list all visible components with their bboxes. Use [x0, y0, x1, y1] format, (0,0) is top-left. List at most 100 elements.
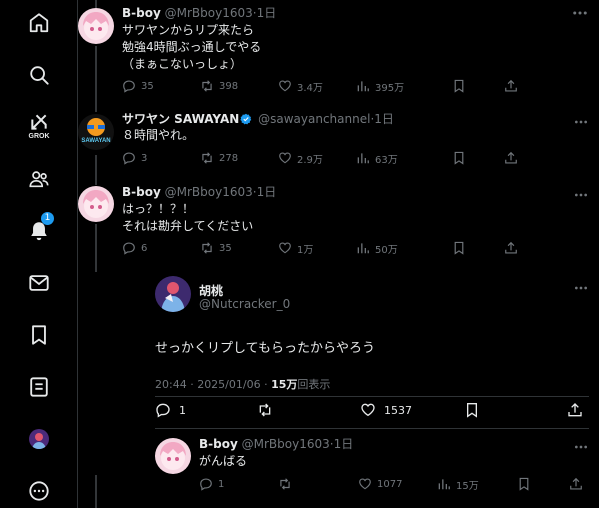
- tweet-text: サワヤンからリプ来たら 勉強4時間ぶっ通しでやる （まぁこないっしょ）: [122, 22, 261, 73]
- timestamp[interactable]: 1日: [334, 437, 354, 451]
- share-button[interactable]: [504, 150, 523, 166]
- explore-nav-button[interactable]: [24, 60, 54, 90]
- reply-button[interactable]: 3: [122, 150, 147, 166]
- more-circle-icon: [29, 481, 49, 501]
- tweet-line: サワヤンからリプ来たら: [122, 23, 255, 37]
- like-button[interactable]: 1537: [360, 402, 412, 418]
- views-button[interactable]: 50万: [356, 240, 398, 256]
- user-handle[interactable]: @sawayanchannel: [258, 112, 370, 126]
- more-options-icon[interactable]: [573, 439, 589, 455]
- tweet-actions: 3 278 2.9万 63万: [122, 150, 589, 166]
- repost-icon: [202, 152, 212, 164]
- bookmarks-nav-button[interactable]: [24, 320, 54, 350]
- avatar[interactable]: [78, 186, 114, 222]
- notifications-nav-button[interactable]: 1: [24, 212, 54, 246]
- share-icon: [505, 241, 517, 254]
- like-button[interactable]: 2.9万: [278, 150, 323, 166]
- user-handle[interactable]: @MrBboy1603: [165, 6, 253, 20]
- like-button[interactable]: 1万: [278, 240, 313, 256]
- grok-nav-button[interactable]: GROK: [24, 112, 54, 142]
- avatar[interactable]: [78, 8, 114, 44]
- more-nav-button[interactable]: [24, 476, 54, 506]
- tweet-text: がんばる: [199, 453, 247, 470]
- reply-icon: [123, 80, 135, 93]
- repost-button[interactable]: 35: [200, 240, 232, 256]
- bookmark-icon: [454, 151, 464, 165]
- messages-nav-button[interactable]: [24, 268, 54, 298]
- home-icon: [29, 13, 49, 33]
- bookmark-button[interactable]: [452, 78, 471, 94]
- bookmark-icon: [32, 325, 46, 345]
- like-count: 2.9万: [297, 154, 323, 166]
- divider: [155, 396, 589, 397]
- repost-button[interactable]: [278, 476, 297, 492]
- tweet-line: ８時間やれ。: [122, 128, 195, 142]
- lists-nav-button[interactable]: [24, 372, 54, 402]
- views-button[interactable]: 63万: [356, 150, 398, 166]
- notification-badge: 1: [41, 212, 54, 225]
- tweet-header: B-boy @MrBboy1603·1日: [199, 437, 354, 451]
- views-icon: [357, 153, 369, 164]
- bookmark-button[interactable]: [464, 402, 488, 418]
- share-button[interactable]: [567, 402, 591, 418]
- reply-count: 1: [179, 403, 186, 417]
- like-button[interactable]: 3.4万: [278, 78, 323, 94]
- like-button[interactable]: 1077: [358, 476, 402, 492]
- reply-button[interactable]: 6: [122, 240, 147, 256]
- views-label: 回表示: [297, 378, 331, 391]
- repost-icon: [202, 242, 212, 254]
- user-handle[interactable]: @MrBboy1603: [242, 437, 330, 451]
- bookmark-button[interactable]: [517, 476, 536, 492]
- repost-button[interactable]: 398: [200, 78, 238, 94]
- post-datetime[interactable]: 20:44 · 2025/01/06 ·: [155, 378, 271, 391]
- heart-icon: [359, 478, 371, 490]
- views-icon: [357, 81, 369, 92]
- avatar[interactable]: SAWAYAN: [78, 114, 114, 150]
- views-button[interactable]: 15万: [437, 476, 479, 492]
- user-handle[interactable]: @Nutcracker_0: [199, 297, 290, 311]
- display-name[interactable]: サワヤン SAWAYAN: [122, 112, 239, 126]
- search-icon: [30, 66, 49, 85]
- more-options-icon[interactable]: [573, 280, 589, 296]
- bookmark-button[interactable]: [452, 150, 471, 166]
- more-options-icon[interactable]: [571, 4, 589, 22]
- timestamp[interactable]: 1日: [257, 185, 277, 199]
- share-button[interactable]: [504, 240, 523, 256]
- share-button[interactable]: [569, 476, 588, 492]
- tweet-actions: 35 398 3.4万 395万: [122, 78, 589, 94]
- mail-icon: [29, 275, 49, 291]
- verified-badge-icon[interactable]: [240, 113, 252, 125]
- reply-button[interactable]: 1: [155, 402, 186, 418]
- display-name[interactable]: B-boy: [199, 437, 238, 451]
- thread-line: [95, 46, 97, 112]
- repost-icon: [202, 80, 212, 92]
- bookmark-button[interactable]: [452, 240, 471, 256]
- view-count: 50万: [375, 244, 398, 256]
- reply-button[interactable]: 1: [199, 476, 224, 492]
- left-nav: GROK 1: [0, 0, 78, 508]
- profile-avatar: [29, 429, 49, 449]
- views-button[interactable]: 395万: [356, 78, 404, 94]
- display-name[interactable]: B-boy: [122, 6, 161, 20]
- avatar[interactable]: [155, 276, 191, 312]
- reply-count: 6: [141, 242, 148, 254]
- reply-button[interactable]: 35: [122, 78, 154, 94]
- tweet-header: B-boy @MrBboy1603·1日: [122, 185, 277, 199]
- more-options-icon[interactable]: [573, 187, 589, 203]
- view-count: 63万: [375, 154, 398, 166]
- repost-button[interactable]: [257, 402, 281, 418]
- avatar[interactable]: [155, 438, 191, 474]
- display-name[interactable]: B-boy: [122, 185, 161, 199]
- reply-count: 3: [141, 152, 148, 164]
- profile-nav-button[interactable]: [24, 424, 54, 454]
- repost-button[interactable]: 278: [200, 150, 238, 166]
- timestamp[interactable]: 1日: [257, 6, 277, 20]
- more-options-icon[interactable]: [573, 114, 589, 130]
- reply-icon: [156, 403, 170, 418]
- user-handle[interactable]: @MrBboy1603: [165, 185, 253, 199]
- tweet-header: B-boy @MrBboy1603·1日: [122, 6, 277, 20]
- home-nav-button[interactable]: [24, 8, 54, 38]
- communities-nav-button[interactable]: [24, 164, 54, 194]
- timestamp[interactable]: 1日: [374, 112, 394, 126]
- share-button[interactable]: [504, 78, 523, 94]
